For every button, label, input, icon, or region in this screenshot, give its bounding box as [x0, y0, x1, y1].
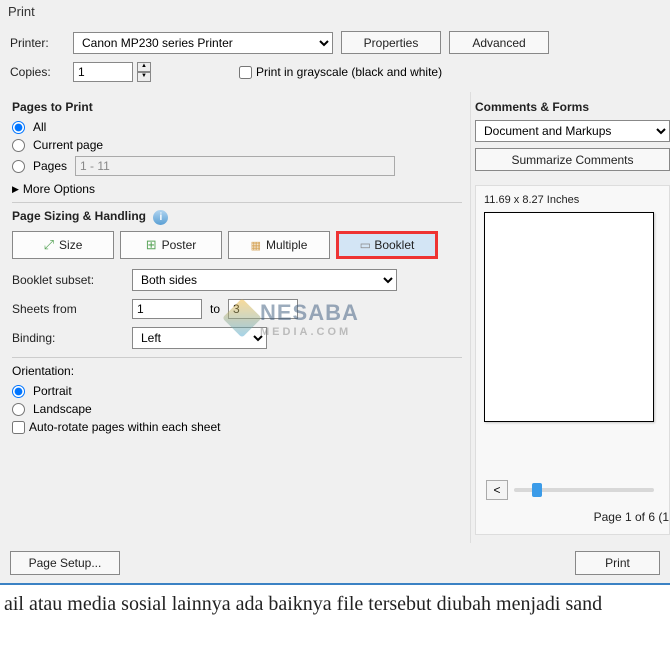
booklet-button[interactable]: ▭ Booklet — [336, 231, 438, 259]
radio-landscape-label: Landscape — [33, 402, 92, 416]
preview-dimensions: 11.69 x 8.27 Inches — [484, 194, 669, 206]
comments-select[interactable]: Document and Markups — [475, 120, 670, 142]
booklet-subset-select[interactable]: Both sides — [132, 269, 397, 291]
summarize-button[interactable]: Summarize Comments — [475, 148, 670, 171]
background-article-text: ail atau media sosial lainnya ada baikny… — [0, 585, 670, 624]
sheets-to-label: to — [210, 302, 220, 316]
page-preview-image — [484, 212, 654, 422]
printer-label: Printer: — [10, 36, 65, 50]
radio-portrait-label: Portrait — [33, 384, 72, 398]
autorotate-label: Auto-rotate pages within each sheet — [29, 420, 220, 434]
divider — [12, 202, 462, 203]
comments-title: Comments & Forms — [475, 100, 670, 114]
dialog-title: Print — [0, 0, 670, 23]
radio-portrait[interactable] — [12, 385, 25, 398]
slider-thumb[interactable] — [532, 483, 542, 497]
info-icon[interactable]: i — [153, 210, 168, 225]
size-icon: ⤢ — [44, 237, 54, 253]
multiple-icon: ▦ — [251, 239, 261, 252]
more-options-label: More Options — [23, 182, 95, 196]
spinner-up-icon[interactable]: ▲ — [137, 62, 151, 72]
print-button[interactable]: Print — [575, 551, 660, 575]
grayscale-label: Print in grayscale (black and white) — [256, 65, 442, 79]
orientation-title: Orientation: — [12, 364, 462, 378]
radio-pages-label: Pages — [33, 159, 67, 173]
booklet-icon: ▭ — [360, 238, 371, 252]
radio-all[interactable] — [12, 121, 25, 134]
poster-icon: ⊞ — [146, 237, 157, 253]
print-preview: 11.69 x 8.27 Inches < Page 1 of 6 (1 — [475, 185, 670, 535]
sheets-to-input[interactable] — [228, 299, 298, 319]
radio-current[interactable] — [12, 139, 25, 152]
printer-select[interactable]: Canon MP230 series Printer — [73, 32, 333, 54]
prev-page-button[interactable]: < — [486, 480, 508, 500]
page-slider[interactable] — [514, 488, 654, 492]
radio-all-label: All — [33, 120, 46, 134]
copies-input[interactable] — [73, 62, 133, 82]
multiple-button[interactable]: ▦ Multiple — [228, 231, 330, 259]
radio-pages[interactable] — [12, 160, 25, 173]
binding-label: Binding: — [12, 331, 132, 345]
size-button[interactable]: ⤢ Size — [12, 231, 114, 259]
sheets-from-input[interactable] — [132, 299, 202, 319]
spinner-down-icon[interactable]: ▼ — [137, 72, 151, 82]
binding-select[interactable]: Left — [132, 327, 267, 349]
properties-button[interactable]: Properties — [341, 31, 441, 54]
sizing-title: Page Sizing & Handling i — [12, 209, 462, 225]
booklet-subset-label: Booklet subset: — [12, 273, 132, 287]
more-options-toggle[interactable]: ▶ More Options — [12, 182, 462, 196]
chevron-left-icon: < — [493, 483, 500, 497]
triangle-right-icon: ▶ — [12, 184, 19, 195]
grayscale-checkbox[interactable] — [239, 66, 252, 79]
page-setup-button[interactable]: Page Setup... — [10, 551, 120, 575]
pages-to-print-title: Pages to Print — [12, 100, 462, 114]
divider — [12, 357, 462, 358]
radio-current-label: Current page — [33, 138, 103, 152]
page-info: Page 1 of 6 (1 — [594, 510, 669, 524]
copies-spinner[interactable]: ▲ ▼ — [137, 62, 151, 82]
pages-range-input[interactable] — [75, 156, 395, 176]
advanced-button[interactable]: Advanced — [449, 31, 549, 54]
copies-label: Copies: — [10, 65, 65, 79]
radio-landscape[interactable] — [12, 403, 25, 416]
autorotate-checkbox[interactable] — [12, 421, 25, 434]
poster-button[interactable]: ⊞ Poster — [120, 231, 222, 259]
sheets-from-label: Sheets from — [12, 302, 132, 316]
